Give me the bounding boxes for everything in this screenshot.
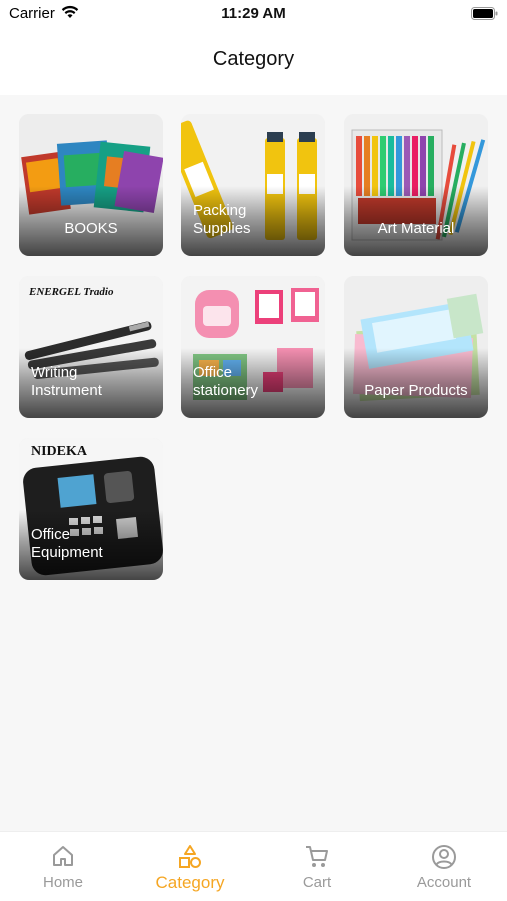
category-tile-books[interactable]: BOOKS [19, 114, 163, 256]
tab-home[interactable]: Home [0, 832, 126, 901]
category-grid: BOOKS Packing Supplies Art Material ENER… [0, 95, 507, 831]
page-title: Category [212, 48, 295, 70]
tab-cart[interactable]: Cart [254, 832, 380, 901]
category-label: Writing Instrument [31, 364, 102, 399]
battery-icon [471, 7, 498, 20]
category-label: Paper Products [364, 382, 468, 399]
account-icon [432, 845, 456, 869]
cart-icon [306, 846, 328, 867]
tab-category[interactable]: Category [127, 832, 253, 901]
category-tile-office-stationery[interactable]: Office stationery [181, 276, 325, 418]
category-tile-packing-supplies[interactable]: Packing Supplies [181, 114, 325, 256]
clock: 11:29 AM [221, 5, 286, 22]
category-label: Art Material [377, 220, 455, 237]
brand-logo: ENERGEL Tradio [29, 286, 114, 298]
tab-account[interactable]: Account [381, 832, 507, 901]
home-icon [53, 846, 73, 866]
category-tile-art-material[interactable]: Art Material [344, 114, 488, 256]
category-label: BOOKS [64, 220, 118, 237]
tab-label: Cart [302, 874, 332, 891]
status-bar: Carrier 11:29 AM [0, 0, 507, 30]
tab-bar: Home Category Cart Account [0, 831, 507, 901]
tab-label: Home [42, 874, 83, 891]
tab-label: Category [155, 873, 225, 892]
category-label: Packing Supplies [193, 202, 251, 237]
category-label: Office stationery [193, 364, 259, 399]
tab-label: Account [416, 874, 472, 891]
category-tile-office-equipment[interactable]: NIDEKA Office Equipment [19, 438, 163, 580]
shapes-icon [179, 845, 201, 868]
category-tile-paper-products[interactable]: Paper Products [344, 276, 488, 418]
category-label: Office Equipment [31, 526, 103, 561]
brand-logo: NIDEKA [31, 444, 88, 459]
category-tile-writing-instrument[interactable]: ENERGEL Tradio Writing Instrument [19, 276, 163, 418]
